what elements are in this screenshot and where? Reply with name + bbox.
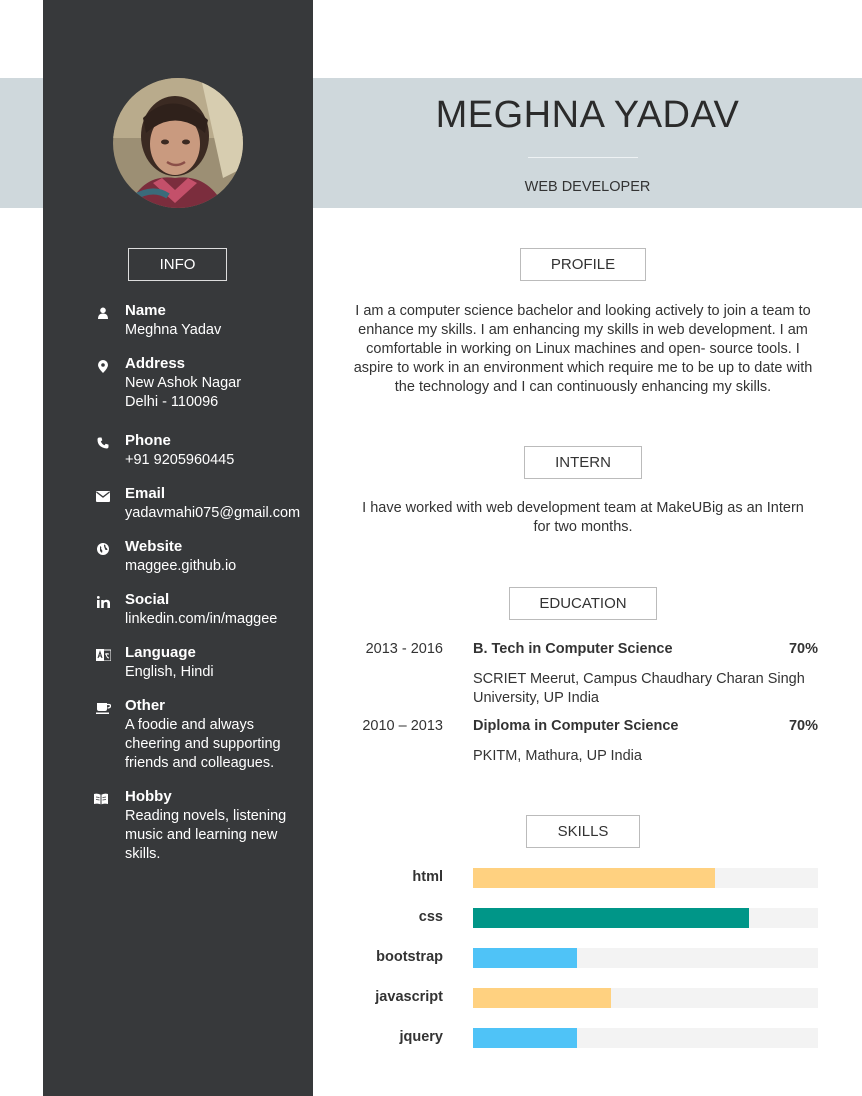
info-label: Other xyxy=(125,697,166,714)
map-pin-icon xyxy=(95,358,111,374)
skill-bar-fill xyxy=(473,948,577,968)
skill-bar-fill xyxy=(473,988,611,1008)
info-value: Reading novels, listening music and lear… xyxy=(125,808,287,862)
skill-name: html xyxy=(412,869,443,885)
education-school: SCRIET Meerut, Campus Chaudhary Charan S… xyxy=(473,671,805,706)
info-label: Name xyxy=(125,302,166,319)
info-label: Email xyxy=(125,485,166,502)
full-name: MEGHNA YADAV xyxy=(435,94,740,136)
skill-bar-track xyxy=(473,1028,818,1048)
info-label: Language xyxy=(125,644,196,661)
info-value: New Ashok Nagar Delhi - 110096 xyxy=(125,375,242,410)
info-label: Website xyxy=(125,538,183,555)
info-value: English, Hindi xyxy=(125,664,214,680)
info-value: +91 9205960445 xyxy=(125,452,235,468)
skill-bar-fill xyxy=(473,1028,577,1048)
intern-text: I have worked with web development team … xyxy=(362,500,804,535)
skill-bar-fill xyxy=(473,868,715,888)
info-value: linkedin.com/in/maggee xyxy=(125,611,278,627)
avatar xyxy=(113,78,243,208)
envelope-icon xyxy=(95,488,111,504)
skill-name: bootstrap xyxy=(376,949,443,965)
phone-icon xyxy=(95,435,111,451)
info-section-title: INFO xyxy=(128,248,227,281)
skill-name: css xyxy=(418,909,443,925)
book-icon xyxy=(93,791,109,807)
profile-text: I am a computer science bachelor and loo… xyxy=(353,303,813,395)
education-percent: 70% xyxy=(788,718,818,734)
education-section-title: EDUCATION xyxy=(509,587,657,620)
language-icon xyxy=(95,647,111,663)
info-value: maggee.github.io xyxy=(125,558,237,574)
profile-section-title: PROFILE xyxy=(520,248,646,281)
skills-section-title: SKILLS xyxy=(526,815,640,848)
intern-section-title: INTERN xyxy=(524,446,642,479)
info-label: Hobby xyxy=(125,788,172,805)
skill-bar-track xyxy=(473,948,818,968)
info-label: Phone xyxy=(125,432,171,449)
info-label: Address xyxy=(125,355,186,372)
info-label: Social xyxy=(125,591,170,608)
user-icon xyxy=(95,305,111,321)
education-school: PKITM, Mathura, UP India xyxy=(473,748,642,764)
education-percent: 70% xyxy=(788,641,818,657)
education-years: 2010 – 2013 xyxy=(362,718,443,734)
skill-bar-track xyxy=(473,908,818,928)
name-divider xyxy=(528,157,638,158)
job-title: WEB DEVELOPER xyxy=(524,179,651,195)
linkedin-icon xyxy=(95,594,111,610)
skill-name: javascript xyxy=(375,989,443,1005)
info-value: A foodie and always cheering and support… xyxy=(125,717,281,771)
sidebar: INFO Name Meghna Yadav Address New Ashok… xyxy=(43,0,313,1096)
education-years: 2013 - 2016 xyxy=(365,641,443,657)
coffee-icon xyxy=(95,700,111,716)
skill-bar-track xyxy=(473,988,818,1008)
info-value: yadavmahi075@gmail.com xyxy=(125,505,301,521)
skill-name: jquery xyxy=(399,1029,443,1045)
education-degree: B. Tech in Computer Science xyxy=(473,641,673,657)
info-value: Meghna Yadav xyxy=(125,322,222,338)
globe-icon xyxy=(95,541,111,557)
education-degree: Diploma in Computer Science xyxy=(473,718,679,734)
skill-bar-track xyxy=(473,868,818,888)
skill-bar-fill xyxy=(473,908,749,928)
